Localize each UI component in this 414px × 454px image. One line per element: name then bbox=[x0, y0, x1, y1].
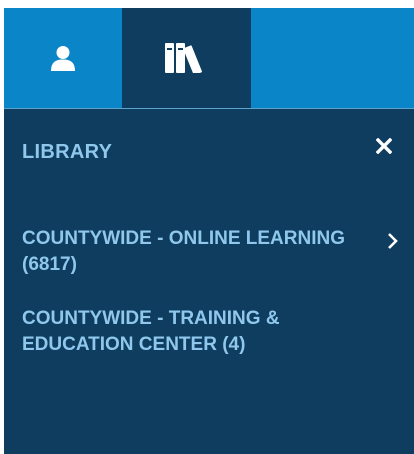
list-item-label: COUNTYWIDE - ONLINE LEARNING (6817) bbox=[22, 228, 345, 275]
panel-header: LIBRARY bbox=[4, 109, 414, 199]
close-icon bbox=[376, 138, 392, 154]
user-icon bbox=[50, 45, 76, 71]
close-button[interactable] bbox=[371, 133, 397, 159]
tab-library[interactable] bbox=[122, 8, 251, 108]
list-item[interactable]: COUNTYWIDE - TRAINING & EDUCATION CENTER… bbox=[4, 300, 414, 364]
chevron-right-icon bbox=[386, 232, 400, 250]
library-list: COUNTYWIDE - ONLINE LEARNING (6817) COUN… bbox=[4, 220, 414, 364]
tab-bar bbox=[4, 8, 414, 109]
list-item[interactable]: COUNTYWIDE - ONLINE LEARNING (6817) bbox=[4, 220, 414, 284]
list-item-label: COUNTYWIDE - TRAINING & EDUCATION CENTER… bbox=[22, 308, 280, 355]
tab-user[interactable] bbox=[4, 8, 122, 108]
panel-title: LIBRARY bbox=[22, 141, 113, 163]
library-books-icon bbox=[164, 43, 209, 73]
library-panel: LIBRARY COUNTYWIDE - ONLINE LEARNING (68… bbox=[4, 8, 414, 454]
